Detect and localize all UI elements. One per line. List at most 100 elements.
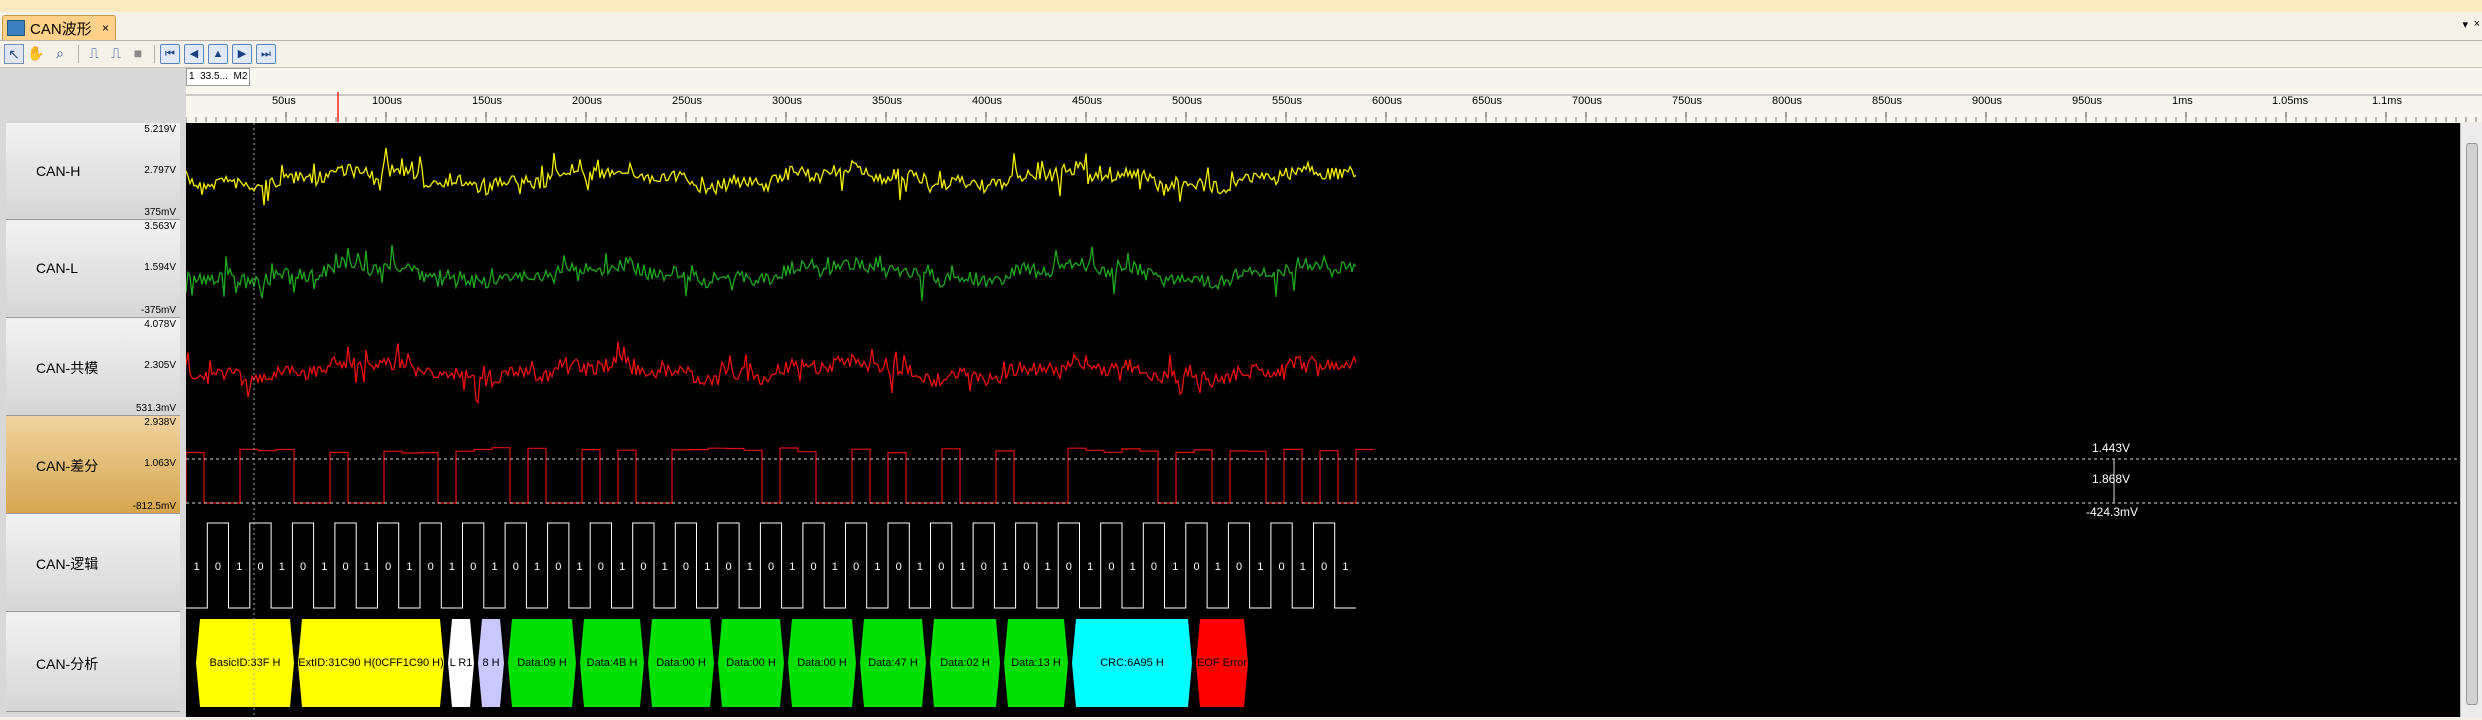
logic-bit-label: 0 [1066, 561, 1072, 573]
decode-field: Data:00 H [788, 619, 856, 707]
logic-bit-label: 0 [853, 561, 859, 573]
logic-bit-label: 0 [1108, 561, 1114, 573]
logic-bit-label: 0 [385, 561, 391, 573]
channel-name: CAN-分析 [36, 656, 99, 672]
time-tick-label: 700us [1572, 95, 1602, 107]
scale-bottom: -812.5mV [132, 501, 176, 512]
decode-field: CRC:6A95 H [1072, 619, 1192, 707]
pointer-icon[interactable]: ↖ [4, 44, 24, 64]
scale-bottom: -375mV [140, 305, 176, 316]
scale-top: 4.078V [144, 319, 176, 330]
decode-field: 8 H [478, 619, 504, 707]
decode-field: Data:13 H [1004, 619, 1068, 707]
next-page-icon[interactable]: ▶ [232, 44, 252, 64]
channel-can-diff[interactable]: CAN-差分 2.938V 1.063V -812.5mV [6, 416, 180, 514]
window-dropdown-icon[interactable]: ▾ [2462, 18, 2468, 31]
logic-bit-label: 0 [896, 561, 902, 573]
decode-field-label: Data:00 H [797, 657, 847, 669]
decode-field-label: EOF Error [1197, 657, 1247, 669]
logic-bit-label: 1 [406, 561, 412, 573]
first-page-icon[interactable]: ⏮ [160, 44, 180, 64]
logic-bit-label: 0 [1279, 561, 1285, 573]
logic-bit-label: 1 [321, 561, 327, 573]
decode-field: EOF Error [1196, 619, 1248, 707]
time-tick-label: 1ms [2172, 95, 2193, 107]
channel-name: CAN-L [36, 260, 79, 276]
zoom-icon[interactable]: ⌕ [50, 44, 70, 64]
decode-field-label: Data:00 H [726, 657, 776, 669]
time-tick-label: 900us [1972, 95, 2002, 107]
decode-field-label: Data:00 H [656, 657, 706, 669]
can-h-waveform [185, 147, 1357, 206]
channel-can-common[interactable]: CAN-共模 4.078V 2.305V 531.3mV [6, 318, 180, 416]
decode-field: Data:02 H [930, 619, 1000, 707]
logic-bit-label: 0 [513, 561, 519, 573]
hand-icon[interactable]: ✋ [26, 44, 46, 64]
cursor-lower-readout: -424.3mV [2086, 505, 2138, 519]
logic-bit-label: 0 [938, 561, 944, 573]
logic-bit-label: 1 [747, 561, 753, 573]
decode-field: ExtID:31C90 H(0CFF1C90 H) [298, 619, 444, 707]
center-icon[interactable]: ▲ [208, 44, 228, 64]
window-close-icon[interactable]: × [2474, 18, 2480, 30]
waveform-canvas[interactable]: 1.443V 1.868V -424.3mV 1 0 1 0 1 0 1 0 1 0 1 0 1 0 1 0 1 0 1 0… [185, 123, 2460, 717]
scale-mid: 1.594V [144, 262, 176, 273]
toolbar-separator [78, 45, 79, 63]
prev-page-icon[interactable]: ◀ [184, 44, 204, 64]
waveform-tab-icon [7, 20, 25, 36]
logic-bit-label: 1 [1045, 561, 1051, 573]
logic-bit-label: 1 [1002, 561, 1008, 573]
time-tick-label: 500us [1172, 95, 1202, 107]
waveform-plot[interactable]: 1.443V 1.868V -424.3mV 1 0 1 0 1 0 1 0 1 0 1 0 1 0 1 0 1 0 1 0… [185, 123, 2460, 717]
logic-bit-label: 1 [279, 561, 285, 573]
channel-can-logic[interactable]: CAN-逻辑 [6, 514, 180, 612]
logic-bit-label: 1 [194, 561, 200, 573]
time-tick-label: 300us [772, 95, 802, 107]
can-common-waveform [185, 341, 1357, 405]
logic-bit-label: 0 [258, 561, 264, 573]
logic-bit-label: 1 [662, 561, 668, 573]
decode-field: Data:47 H [860, 619, 926, 707]
time-tick-label: 800us [1772, 95, 1802, 107]
time-tick-label: 850us [1872, 95, 1902, 107]
logic-bit-label: 1 [789, 561, 795, 573]
pulse-fall-icon[interactable]: ⎍ [106, 44, 126, 64]
last-page-icon[interactable]: ⏭ [256, 44, 276, 64]
decode-field: Data:4B H [580, 619, 644, 707]
time-tick-label: 250us [672, 95, 702, 107]
tab-can-waveform[interactable]: CAN波形 × [2, 15, 116, 40]
channel-can-l[interactable]: CAN-L 3.563V 1.594V -375mV [6, 220, 180, 318]
time-ruler[interactable]: 50us 100us 150us 200us 250us 300us 350us 400us 4… [186, 68, 2482, 122]
stop-icon[interactable]: ■ [128, 44, 148, 64]
toolbar-separator [154, 45, 155, 63]
time-tick-label: 750us [1672, 95, 1702, 107]
logic-bit-label: 1 [1257, 561, 1263, 573]
time-tick-label: 50us [272, 95, 296, 107]
channel-panel: CAN-H 5.219V 2.797V 375mV CAN-L 3.563V 1… [0, 68, 187, 717]
logic-bit-label: 1 [449, 561, 455, 573]
logic-bit-label: 0 [726, 561, 732, 573]
scale-bottom: 375mV [144, 207, 176, 218]
scrollbar-thumb[interactable] [2466, 143, 2478, 705]
pulse-rise-icon[interactable]: ⎍ [84, 44, 104, 64]
decode-field-label: Data:47 H [868, 657, 918, 669]
channel-can-h[interactable]: CAN-H 5.219V 2.797V 375mV [6, 123, 180, 220]
logic-bit-label: 0 [981, 561, 987, 573]
decode-field: Data:09 H [508, 619, 576, 707]
logic-bit-label: 1 [1130, 561, 1136, 573]
decode-field: Data:00 H [718, 619, 784, 707]
logic-bit-label: 1 [1342, 561, 1348, 573]
time-tick-label: 950us [2072, 95, 2102, 107]
time-tick-label: 150us [472, 95, 502, 107]
logic-bit-label: 1 [364, 561, 370, 573]
logic-bit-label: 1 [917, 561, 923, 573]
vertical-scrollbar[interactable] [2460, 123, 2482, 717]
logic-bit-label: 0 [1236, 561, 1242, 573]
tab-close-icon[interactable]: × [102, 21, 109, 35]
cursor-delta-readout: 1.868V [2092, 472, 2130, 486]
logic-bit-label: 0 [640, 561, 646, 573]
logic-bit-label: 1 [832, 561, 838, 573]
decode-field-label: Data:02 H [940, 657, 990, 669]
channel-can-analysis[interactable]: CAN-分析 [6, 612, 180, 712]
logic-bit-label: 0 [1194, 561, 1200, 573]
